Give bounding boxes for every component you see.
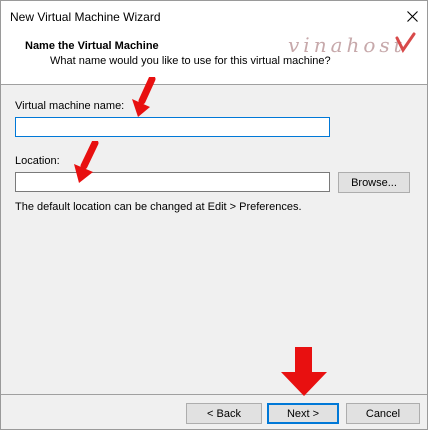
wizard-header: Name the Virtual Machine What name would…: [1, 32, 427, 85]
location-hint: The default location can be changed at E…: [15, 201, 302, 213]
cancel-button[interactable]: Cancel: [346, 403, 420, 424]
footer-divider: [1, 394, 427, 395]
title-bar: New Virtual Machine Wizard: [1, 1, 427, 32]
vm-name-label: Virtual machine name:: [15, 100, 125, 112]
close-button[interactable]: [397, 1, 427, 32]
next-button[interactable]: Next >: [267, 403, 339, 424]
red-arrow-icon: [132, 77, 156, 117]
window-title: New Virtual Machine Wizard: [10, 10, 161, 24]
location-input[interactable]: [15, 172, 330, 192]
watermark-logo: vinahost: [288, 33, 406, 57]
wizard-window: New Virtual Machine Wizard Name the Virt…: [0, 0, 428, 430]
vm-name-input[interactable]: [15, 117, 330, 137]
browse-button[interactable]: Browse...: [338, 172, 410, 193]
red-arrow-icon: [281, 347, 327, 396]
red-arrow-icon: [74, 141, 99, 183]
close-icon: [406, 11, 418, 22]
location-label: Location:: [15, 155, 60, 167]
watermark-check-icon: [395, 32, 416, 53]
page-title: Name the Virtual Machine: [25, 40, 159, 52]
back-button[interactable]: < Back: [186, 403, 262, 424]
